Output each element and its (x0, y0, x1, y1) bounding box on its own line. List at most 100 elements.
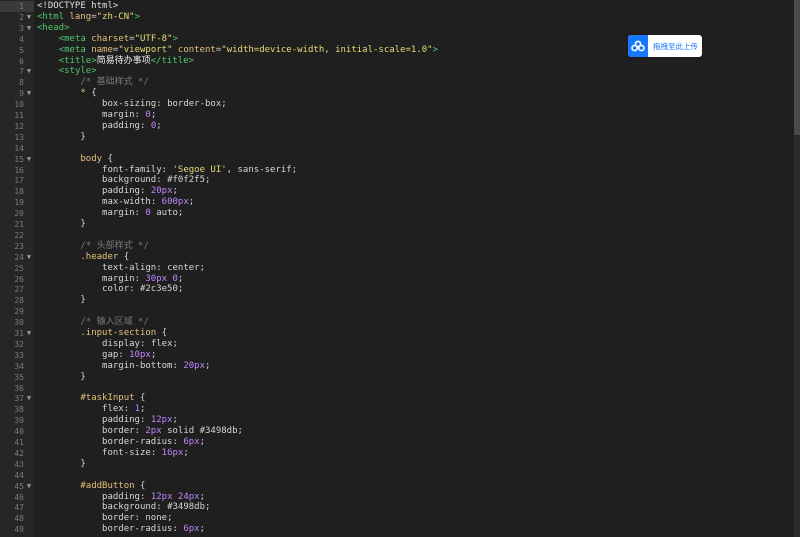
line-number: 23 (14, 241, 24, 251)
fold-toggle-icon[interactable]: ▼ (25, 252, 33, 263)
line-number: 20 (14, 209, 24, 219)
code-line[interactable]: 26 margin: 30px 0; (14, 273, 800, 285)
code-line[interactable]: 16 font-family: 'Segoe UI', sans-serif; (14, 165, 800, 176)
line-number: 44 (14, 470, 24, 480)
line-number: 39 (14, 416, 24, 426)
code-line[interactable]: 28 } (14, 295, 800, 306)
code-line[interactable]: 31 ▼ .input-section { (14, 328, 800, 339)
line-number: 25 (14, 263, 24, 273)
fold-toggle-icon[interactable]: ▼ (25, 23, 33, 34)
code-line[interactable]: 18 padding: 20px; (14, 186, 800, 197)
code-text: flex: 1; (102, 404, 146, 415)
code-line[interactable]: 37 ▼ #taskInput { (14, 393, 800, 404)
scrollbar-thumb[interactable] (794, 0, 800, 135)
code-line[interactable]: 15 ▼ body { (14, 154, 800, 165)
code-text: margin: 30px 0; (102, 273, 184, 284)
code-text: box-sizing: border-box; (102, 99, 227, 110)
code-line[interactable]: 21 } (14, 219, 800, 230)
line-number: 9 (19, 89, 24, 99)
code-line[interactable]: 19 max-width: 600px; (14, 197, 800, 208)
line-number: 45 (14, 481, 24, 491)
code-line[interactable]: 32 display: flex; (14, 339, 800, 350)
code-line[interactable]: 35 } (14, 372, 800, 383)
code-line[interactable]: 36 (14, 383, 800, 394)
code-line[interactable]: 12 padding: 0; (14, 121, 800, 132)
code-line[interactable]: 30 /* 输入区域 */ (14, 317, 800, 328)
line-number: 22 (14, 230, 24, 240)
code-text: /* 头部样式 */ (80, 240, 149, 251)
cloud-icon (628, 35, 648, 57)
code-text: <style> (58, 66, 97, 77)
fold-toggle-icon[interactable]: ▼ (25, 12, 33, 23)
upload-label: 拖拽至此上传 (653, 41, 698, 51)
code-line[interactable]: 44 (14, 470, 800, 481)
code-line[interactable]: 43 } (14, 459, 800, 470)
code-line[interactable]: 11 margin: 0; (14, 110, 800, 121)
code-line[interactable]: 1 <!DOCTYPE html> (0, 1, 800, 12)
code-line[interactable]: 41 border-radius: 6px; (14, 437, 800, 448)
line-number: 48 (14, 514, 24, 524)
code-text: text-align: center; (102, 262, 205, 273)
code-line[interactable]: 6 <title>简易待办事项</title> (19, 56, 800, 67)
code-line[interactable]: 17 background: #f0f2f5; (14, 175, 800, 186)
code-line[interactable]: 2 ▼ <html lang="zh-CN"> (19, 12, 800, 23)
code-line[interactable]: 3 ▼ <head> (19, 23, 800, 34)
line-number: 35 (14, 372, 24, 382)
code-line[interactable]: 7 ▼ <style> (19, 66, 800, 77)
code-text: .input-section { (80, 328, 168, 338)
line-number: 4 (19, 34, 24, 44)
code-line[interactable]: 25 text-align: center; (14, 262, 800, 274)
code-line[interactable]: 38 flex: 1; (14, 404, 800, 415)
code-editor[interactable]: 1 <!DOCTYPE html> 2 ▼ <html lang="zh-CN"> 3 ▼ <… (0, 0, 800, 537)
code-line[interactable]: 46 padding: 12px 24px; (14, 492, 800, 503)
code-line[interactable]: 34 margin-bottom: 20px; (14, 360, 800, 372)
code-text: <meta name="viewport" content="width=dev… (58, 44, 439, 55)
code-line[interactable]: 45 ▼ #addButton { (14, 481, 800, 492)
code-line[interactable]: 33 gap: 10px; (14, 350, 800, 361)
fold-toggle-icon[interactable]: ▼ (25, 154, 33, 165)
code-line[interactable]: 40 border: 2px solid #3498db; (14, 426, 800, 437)
code-text: .header { (80, 251, 130, 262)
code-line[interactable]: 14 (14, 143, 800, 154)
code-text: } (37, 295, 86, 306)
line-number: 36 (14, 383, 24, 393)
code-line[interactable]: 9 ▼ * { (19, 88, 800, 99)
line-number: 47 (14, 503, 24, 513)
code-text: font-size: 16px; (102, 447, 189, 458)
line-number: 41 (14, 438, 24, 447)
code-line[interactable]: 10 box-sizing: border-box; (14, 99, 800, 110)
line-number: 12 (14, 121, 24, 131)
code-line[interactable]: 23 /* 头部样式 */ (14, 240, 800, 252)
code-line[interactable]: 8 /* 基础样式 */ (19, 77, 800, 88)
code-text: margin-bottom: 20px; (102, 360, 211, 371)
line-number: 21 (14, 220, 24, 229)
fold-toggle-icon[interactable]: ▼ (25, 66, 33, 77)
line-number: 43 (14, 459, 24, 469)
vertical-scrollbar[interactable] (794, 0, 800, 537)
code-line[interactable]: 27 color: #2c3e50; (14, 284, 800, 295)
code-area[interactable]: 1 <!DOCTYPE html> 2 ▼ <html lang="zh-CN"> 3 ▼ <… (0, 0, 800, 537)
code-text: color: #2c3e50; (102, 284, 184, 295)
code-line[interactable]: 49 border-radius: 6px; (14, 524, 800, 535)
code-line[interactable]: 22 (14, 230, 800, 241)
fold-toggle-icon[interactable]: ▼ (25, 481, 33, 492)
line-number: 46 (14, 492, 24, 502)
code-line[interactable]: 48 border: none; (14, 513, 800, 524)
code-text: border-radius: 6px; (102, 437, 206, 447)
code-line[interactable]: 29 (14, 306, 800, 317)
line-number: 2 (19, 12, 24, 22)
code-line[interactable]: 42 font-size: 16px; (14, 447, 800, 459)
fold-toggle-icon[interactable]: ▼ (25, 393, 33, 404)
code-line[interactable]: 24 ▼ .header { (14, 251, 800, 263)
line-number: 40 (14, 427, 24, 437)
code-line[interactable]: 39 padding: 12px; (14, 415, 800, 426)
code-line[interactable]: 47 background: #3498db; (14, 502, 800, 513)
fold-toggle-icon[interactable]: ▼ (25, 88, 33, 99)
code-line[interactable]: 13 } (14, 132, 800, 143)
code-text: * { (80, 88, 97, 99)
code-text: } (37, 219, 86, 229)
code-line[interactable]: 20 margin: 0 auto; (14, 208, 800, 219)
fold-toggle-icon[interactable]: ▼ (25, 328, 33, 339)
line-number: 42 (14, 448, 24, 458)
drag-upload-button[interactable]: 拖拽至此上传 (628, 35, 702, 57)
